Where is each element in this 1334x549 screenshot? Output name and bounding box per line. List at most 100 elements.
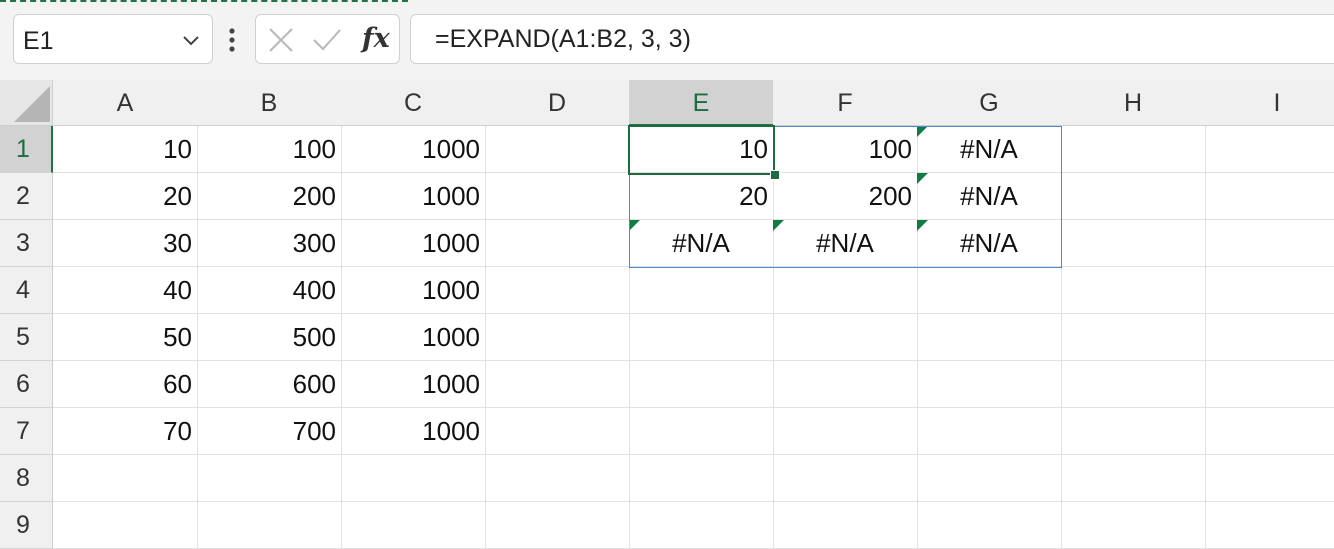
cell-f8[interactable] bbox=[773, 455, 918, 502]
row-header-2[interactable]: 2 bbox=[0, 173, 53, 220]
vertical-dots-icon[interactable] bbox=[228, 27, 236, 53]
spreadsheet-grid[interactable]: A B C D E F G H I 1 10 100 1000 10 100 #N/A 2 20 200 1000 20… bbox=[0, 80, 1334, 549]
cell-a7[interactable]: 70 bbox=[53, 408, 198, 455]
name-box[interactable]: E1 bbox=[13, 14, 213, 64]
column-header-i[interactable]: I bbox=[1205, 80, 1334, 126]
cell-b3[interactable]: 300 bbox=[197, 220, 342, 267]
cell-a6[interactable]: 60 bbox=[53, 361, 198, 408]
cell-g7[interactable] bbox=[917, 408, 1062, 455]
row-header-9[interactable]: 9 bbox=[0, 502, 53, 549]
row-header-3[interactable]: 3 bbox=[0, 220, 53, 267]
cell-a1[interactable]: 10 bbox=[53, 126, 198, 173]
cell-f1[interactable]: 100 bbox=[773, 126, 918, 173]
cell-d6[interactable] bbox=[485, 361, 630, 408]
cell-b9[interactable] bbox=[197, 502, 342, 549]
cell-h9[interactable] bbox=[1061, 502, 1206, 549]
column-header-a[interactable]: A bbox=[53, 80, 198, 126]
cell-d4[interactable] bbox=[485, 267, 630, 314]
cell-b4[interactable]: 400 bbox=[197, 267, 342, 314]
cell-e8[interactable] bbox=[629, 455, 774, 502]
chevron-down-icon[interactable] bbox=[182, 31, 200, 49]
cell-h3[interactable] bbox=[1061, 220, 1206, 267]
row-header-4[interactable]: 4 bbox=[0, 267, 53, 314]
cell-b8[interactable] bbox=[197, 455, 342, 502]
cell-g4[interactable] bbox=[917, 267, 1062, 314]
cell-a5[interactable]: 50 bbox=[53, 314, 198, 361]
cell-h5[interactable] bbox=[1061, 314, 1206, 361]
cell-h7[interactable] bbox=[1061, 408, 1206, 455]
cell-a9[interactable] bbox=[53, 502, 198, 549]
cell-c3[interactable]: 1000 bbox=[341, 220, 486, 267]
cell-d2[interactable] bbox=[485, 173, 630, 220]
cell-h4[interactable] bbox=[1061, 267, 1206, 314]
cell-c8[interactable] bbox=[341, 455, 486, 502]
cell-e1[interactable]: 10 bbox=[629, 126, 774, 173]
cell-f3[interactable]: #N/A bbox=[773, 220, 918, 267]
cell-c2[interactable]: 1000 bbox=[341, 173, 486, 220]
cell-f2[interactable]: 200 bbox=[773, 173, 918, 220]
cell-f5[interactable] bbox=[773, 314, 918, 361]
cell-i5[interactable] bbox=[1205, 314, 1334, 361]
cell-d7[interactable] bbox=[485, 408, 630, 455]
cell-f9[interactable] bbox=[773, 502, 918, 549]
row-header-7[interactable]: 7 bbox=[0, 408, 53, 455]
cell-g5[interactable] bbox=[917, 314, 1062, 361]
cell-h8[interactable] bbox=[1061, 455, 1206, 502]
cell-e4[interactable] bbox=[629, 267, 774, 314]
cell-e2[interactable]: 20 bbox=[629, 173, 774, 220]
column-header-e[interactable]: E bbox=[629, 80, 774, 126]
column-header-f[interactable]: F bbox=[773, 80, 918, 126]
cell-d5[interactable] bbox=[485, 314, 630, 361]
fill-handle[interactable] bbox=[770, 170, 780, 180]
cell-c7[interactable]: 1000 bbox=[341, 408, 486, 455]
column-header-b[interactable]: B bbox=[197, 80, 342, 126]
row-header-8[interactable]: 8 bbox=[0, 455, 53, 502]
cell-g6[interactable] bbox=[917, 361, 1062, 408]
cell-c4[interactable]: 1000 bbox=[341, 267, 486, 314]
row-header-5[interactable]: 5 bbox=[0, 314, 53, 361]
cell-b2[interactable]: 200 bbox=[197, 173, 342, 220]
cell-c5[interactable]: 1000 bbox=[341, 314, 486, 361]
cell-a3[interactable]: 30 bbox=[53, 220, 198, 267]
cell-i2[interactable] bbox=[1205, 173, 1334, 220]
fx-icon[interactable]: fx bbox=[362, 23, 390, 54]
row-header-1[interactable]: 1 bbox=[0, 126, 53, 173]
cell-h1[interactable] bbox=[1061, 126, 1206, 173]
cell-g9[interactable] bbox=[917, 502, 1062, 549]
cell-i1[interactable] bbox=[1205, 126, 1334, 173]
select-all-icon[interactable] bbox=[14, 86, 50, 122]
cell-d3[interactable] bbox=[485, 220, 630, 267]
column-header-h[interactable]: H bbox=[1061, 80, 1206, 126]
cell-c6[interactable]: 1000 bbox=[341, 361, 486, 408]
cell-f7[interactable] bbox=[773, 408, 918, 455]
cell-c1[interactable]: 1000 bbox=[341, 126, 486, 173]
cell-g1[interactable]: #N/A bbox=[917, 126, 1062, 173]
cancel-icon[interactable] bbox=[268, 27, 294, 53]
cell-i6[interactable] bbox=[1205, 361, 1334, 408]
cell-g2[interactable]: #N/A bbox=[917, 173, 1062, 220]
cell-d1[interactable] bbox=[485, 126, 630, 173]
cell-f6[interactable] bbox=[773, 361, 918, 408]
cell-c9[interactable] bbox=[341, 502, 486, 549]
cell-i7[interactable] bbox=[1205, 408, 1334, 455]
column-header-g[interactable]: G bbox=[917, 80, 1062, 126]
cell-e7[interactable] bbox=[629, 408, 774, 455]
cell-b1[interactable]: 100 bbox=[197, 126, 342, 173]
cell-f4[interactable] bbox=[773, 267, 918, 314]
cell-b5[interactable]: 500 bbox=[197, 314, 342, 361]
select-all-corner[interactable] bbox=[0, 80, 53, 126]
cell-g3[interactable]: #N/A bbox=[917, 220, 1062, 267]
cell-e9[interactable] bbox=[629, 502, 774, 549]
cell-a4[interactable]: 40 bbox=[53, 267, 198, 314]
cell-b7[interactable]: 700 bbox=[197, 408, 342, 455]
cell-e5[interactable] bbox=[629, 314, 774, 361]
row-header-6[interactable]: 6 bbox=[0, 361, 53, 408]
cell-i3[interactable] bbox=[1205, 220, 1334, 267]
enter-icon[interactable] bbox=[312, 27, 342, 53]
cell-e3[interactable]: #N/A bbox=[629, 220, 774, 267]
cell-a8[interactable] bbox=[53, 455, 198, 502]
cell-i9[interactable] bbox=[1205, 502, 1334, 549]
formula-bar[interactable]: =EXPAND(A1:B2, 3, 3) bbox=[410, 14, 1334, 64]
cell-b6[interactable]: 600 bbox=[197, 361, 342, 408]
column-header-d[interactable]: D bbox=[485, 80, 630, 126]
